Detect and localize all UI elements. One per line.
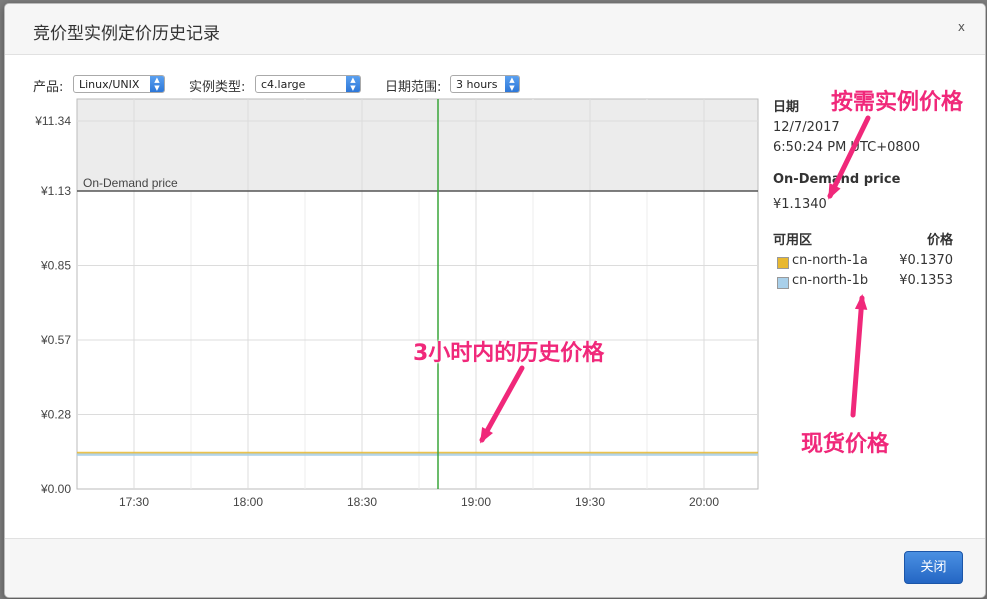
history-annotation: 3小时内的历史价格	[413, 341, 605, 366]
az-price: ¥0.1370	[899, 253, 953, 268]
az-column-header: 可用区	[773, 233, 813, 248]
product-select[interactable]: Linux/UNIX ▲ ▼	[73, 75, 165, 93]
date-range-label: 日期范围:	[385, 80, 442, 95]
time-value: 6:50:24 PM UTC+0800	[773, 140, 921, 155]
instance-type-select-value: c4.large	[261, 78, 306, 91]
legend-swatch	[777, 277, 789, 289]
date-heading: 日期	[773, 100, 800, 115]
date-range-select-value: 3 hours	[456, 78, 498, 91]
dialog-title: 竞价型实例定价历史记录	[33, 24, 220, 44]
instance-type-select[interactable]: c4.large ▲ ▼	[255, 75, 361, 93]
chevron-updown-icon: ▲ ▼	[505, 76, 519, 92]
dialog-header: 竞价型实例定价历史记录 x	[5, 4, 985, 55]
az-price: ¥0.1353	[899, 273, 953, 288]
az-name: cn-north-1b	[792, 273, 869, 288]
price-column-header: 价格	[926, 233, 953, 248]
product-label: 产品:	[33, 80, 64, 95]
az-name: cn-north-1a	[792, 253, 868, 268]
date-range-select[interactable]: 3 hours ▲ ▼	[450, 75, 520, 93]
product-select-value: Linux/UNIX	[79, 78, 140, 91]
ondemand-annotation: 按需实例价格	[831, 90, 964, 115]
ondemand-value: ¥1.1340	[773, 197, 827, 212]
chevron-updown-icon: ▲ ▼	[150, 76, 164, 92]
instance-type-label: 实例类型:	[189, 80, 246, 95]
spot-annotation: 现货价格	[801, 432, 890, 457]
az-row: cn-north-1b ¥0.1353	[773, 273, 958, 291]
chevron-updown-icon: ▲ ▼	[346, 76, 360, 92]
ondemand-heading: On-Demand price	[773, 172, 901, 187]
dialog-footer: 关闭	[5, 538, 985, 597]
close-button[interactable]: 关闭	[904, 551, 963, 584]
date-value: 12/7/2017	[773, 120, 840, 135]
az-row: cn-north-1a ¥0.1370	[773, 253, 958, 271]
close-icon[interactable]: x	[958, 20, 965, 34]
legend-swatch	[777, 257, 789, 269]
